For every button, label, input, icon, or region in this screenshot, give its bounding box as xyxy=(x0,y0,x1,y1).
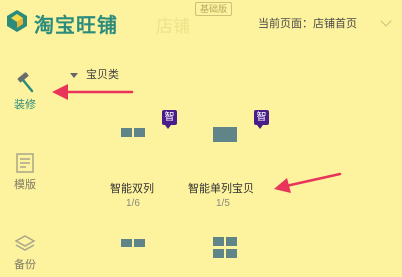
sidebar-item-label: 模版 xyxy=(14,179,36,191)
chevron-down-icon[interactable] xyxy=(380,15,392,27)
shop-title-ghost: 店铺 xyxy=(156,17,190,36)
hammer-icon xyxy=(17,72,34,93)
category-label: 宝贝类 xyxy=(86,69,119,81)
sidebar-item-label: 备份 xyxy=(14,259,36,271)
brand-title: 淘宝旺铺 xyxy=(34,15,118,37)
taobao-logo-icon xyxy=(7,10,27,32)
preview-block xyxy=(121,128,132,137)
module-count: 1/5 xyxy=(216,198,230,209)
sidebar-item-backup[interactable]: 备份 xyxy=(0,234,50,272)
smart-badge: 智 xyxy=(162,110,177,129)
preview-block xyxy=(213,237,224,246)
triangle-down-icon xyxy=(70,72,78,78)
module-name: 智能单列宝贝 xyxy=(188,183,254,195)
sidebar-item-label: 装修 xyxy=(14,99,36,111)
smart-badge: 智 xyxy=(254,110,269,129)
preview-block xyxy=(134,128,145,137)
preview-block xyxy=(226,249,237,258)
preview-block xyxy=(134,239,145,247)
preview-block xyxy=(213,249,224,258)
module-tile-smart-double[interactable]: 智 智能双列 1/6 xyxy=(100,108,177,212)
template-icon xyxy=(16,153,34,173)
sidebar-item-decorate[interactable]: 装修 xyxy=(0,72,50,112)
module-tile-smart-single[interactable]: 智 智能单列宝贝 1/5 xyxy=(186,108,276,212)
preview-block xyxy=(121,239,132,247)
edition-badge: 基础版 xyxy=(195,2,233,16)
current-page-label: 当前页面：店铺首页 xyxy=(258,18,357,30)
layers-icon xyxy=(14,235,36,251)
preview-block xyxy=(226,237,237,246)
preview-block xyxy=(213,127,237,142)
module-name: 智能双列 xyxy=(110,183,154,195)
header-bar: 淘宝旺铺 店铺 基础版 当前页面：店铺首页 xyxy=(0,0,402,44)
sidebar-item-template[interactable]: 模版 xyxy=(0,152,50,192)
category-toggle[interactable]: 宝贝类 xyxy=(70,66,119,82)
module-count: 1/6 xyxy=(126,198,140,209)
